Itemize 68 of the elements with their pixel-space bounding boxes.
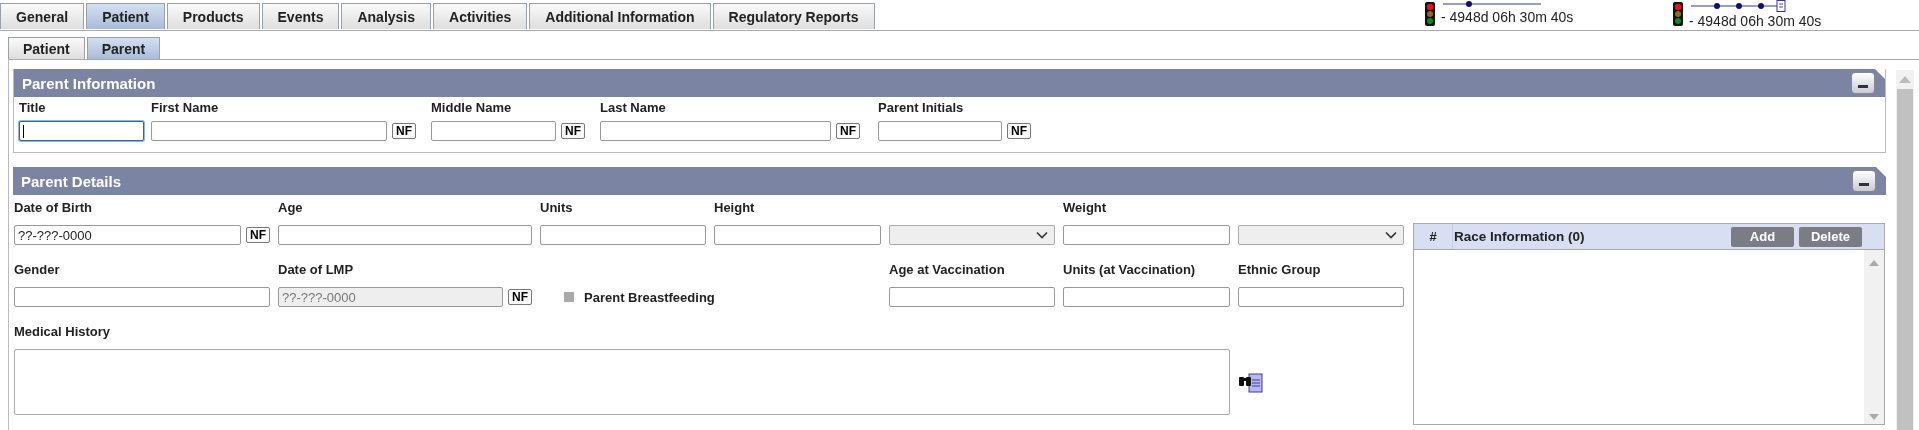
field-label: Units	[540, 199, 574, 217]
tab[interactable]: Activities	[433, 3, 528, 29]
input-field[interactable]	[1238, 287, 1404, 307]
input-field[interactable]	[14, 287, 270, 307]
input-field[interactable]	[1063, 225, 1230, 245]
tab[interactable]: Regulatory Reports	[712, 3, 875, 29]
field-label: Title	[19, 99, 47, 117]
collapse-button[interactable]	[1851, 72, 1875, 94]
scroll-up-arrow-icon[interactable]	[1899, 76, 1911, 83]
nf-button[interactable]: NF	[246, 227, 270, 243]
traffic-light-icon	[1671, 1, 1685, 27]
input-field[interactable]	[1063, 287, 1230, 307]
table-button[interactable]: Delete	[1799, 226, 1862, 247]
tab[interactable]: Products	[166, 3, 260, 29]
field-label: Date of LMP	[278, 261, 355, 279]
field-label: Weight	[1063, 199, 1108, 217]
input-field[interactable]	[540, 225, 706, 245]
tab[interactable]: Analysis	[341, 3, 432, 29]
scrollbar[interactable]	[1864, 250, 1884, 424]
checkbox[interactable]	[564, 292, 574, 302]
field-label: Parent Initials	[878, 99, 965, 117]
input-field[interactable]	[714, 225, 881, 245]
panel-title: Parent Information	[22, 74, 156, 92]
chevron-down-icon	[1385, 231, 1397, 239]
field-label: Gender	[14, 261, 61, 279]
field-label: Ethnic Group	[1238, 261, 1322, 279]
field-label: Middle Name	[431, 99, 513, 117]
scrollbar[interactable]	[1896, 70, 1914, 430]
nf-button[interactable]: NF	[1007, 123, 1031, 139]
column-header: Race Information (0)	[1453, 229, 1586, 244]
nf-button[interactable]: NF	[561, 123, 585, 139]
input-field[interactable]	[878, 121, 1002, 141]
chevron-down-icon	[1036, 231, 1048, 239]
traffic-light-icon	[1423, 1, 1437, 27]
tab[interactable]: Patient	[86, 3, 165, 29]
input-field[interactable]	[278, 225, 532, 245]
tab[interactable]: General	[0, 3, 85, 29]
scroll-down-arrow-icon[interactable]	[1869, 414, 1879, 420]
elapsed-time: - 4948d 06h 30m 40s	[1441, 9, 1574, 25]
field-label: Height	[714, 199, 756, 217]
input-field[interactable]	[19, 121, 144, 141]
input-field[interactable]	[151, 121, 387, 141]
input-field[interactable]	[889, 287, 1055, 307]
elapsed-time: - 4948d 06h 30m 40s	[1689, 13, 1822, 29]
table-button[interactable]: Add	[1731, 226, 1794, 247]
nf-button[interactable]: NF	[836, 123, 860, 139]
field-label: Age	[278, 199, 304, 217]
input-field[interactable]	[600, 121, 831, 141]
column-header: #	[1414, 224, 1453, 249]
input-field[interactable]	[431, 121, 556, 141]
nf-button[interactable]: NF	[392, 123, 416, 139]
text-area[interactable]	[14, 349, 1230, 415]
panel-title: Parent Details	[21, 172, 122, 190]
scroll-up-arrow-icon[interactable]	[1869, 260, 1879, 266]
binoculars-document-icon[interactable]	[1238, 371, 1264, 393]
tab[interactable]: Events	[261, 3, 340, 29]
input-field[interactable]: ??-???-0000	[14, 225, 241, 245]
field-label: Date of Birth	[14, 199, 93, 217]
checkbox-label: Parent Breastfeeding	[584, 289, 715, 305]
field-label: First Name	[151, 99, 220, 117]
field-label: Last Name	[600, 99, 667, 117]
tab[interactable]: Parent	[86, 37, 161, 59]
tab[interactable]: Patient	[8, 37, 85, 59]
field-label: Age at Vaccination	[889, 261, 1006, 279]
field-label: Medical History	[14, 323, 112, 341]
collapse-button[interactable]	[1852, 170, 1876, 192]
field-label: Units (at Vaccination)	[1063, 261, 1197, 279]
tab[interactable]: Additional Information	[529, 3, 711, 29]
